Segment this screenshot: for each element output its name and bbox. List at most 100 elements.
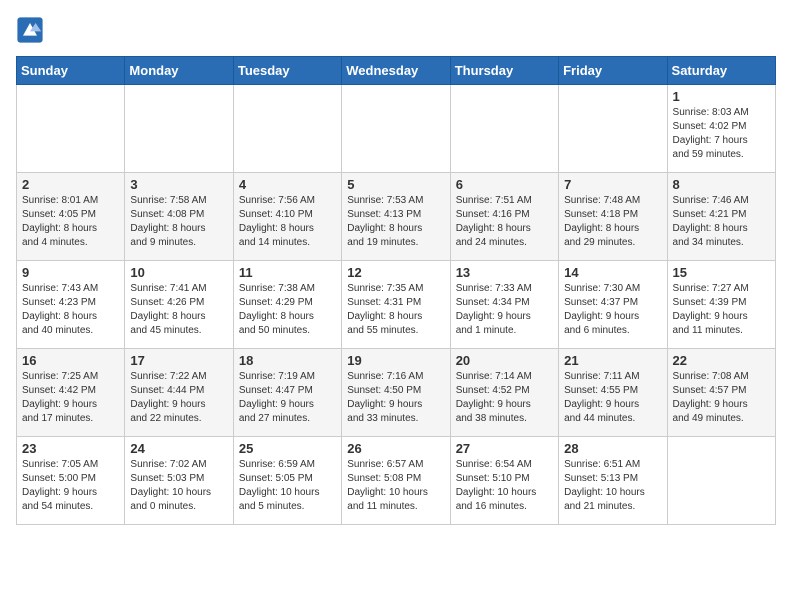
calendar-cell: 1Sunrise: 8:03 AM Sunset: 4:02 PM Daylig… xyxy=(667,85,775,173)
weekday-header-friday: Friday xyxy=(559,57,667,85)
day-info: Sunrise: 6:54 AM Sunset: 5:10 PM Dayligh… xyxy=(456,458,553,514)
day-number: 6 xyxy=(456,177,553,192)
calendar-cell: 6 Sunrise: 7:51 AM Sunset: 4:16 PM Daylig… xyxy=(450,173,558,261)
day-info: Sunrise: 7:25 AM Sunset: 4:42 PM Dayligh… xyxy=(22,370,119,426)
calendar-cell: 26 Sunrise: 6:57 AM Sunset: 5:08 PM Dayli… xyxy=(342,437,450,525)
header xyxy=(16,16,776,44)
day-info: Sunrise: 7:22 AM Sunset: 4:44 PM Dayligh… xyxy=(130,370,227,426)
calendar-cell: 7 Sunrise: 7:48 AM Sunset: 4:18 PM Daylig… xyxy=(559,173,667,261)
day-number: 2 xyxy=(22,177,119,192)
weekday-header-thursday: Thursday xyxy=(450,57,558,85)
day-number: 26 xyxy=(347,441,444,456)
calendar-cell: 19 Sunrise: 7:16 AM Sunset: 4:50 PM Dayli… xyxy=(342,349,450,437)
day-number: 1 xyxy=(673,89,770,104)
day-info: Sunrise: 7:27 AM Sunset: 4:39 PM Dayligh… xyxy=(673,282,770,338)
day-number: 10 xyxy=(130,265,227,280)
weekday-header-monday: Monday xyxy=(125,57,233,85)
day-info: Sunrise: 7:14 AM Sunset: 4:52 PM Dayligh… xyxy=(456,370,553,426)
logo xyxy=(16,16,46,44)
calendar-cell xyxy=(125,85,233,173)
day-number: 21 xyxy=(564,353,661,368)
calendar-cell: 15 Sunrise: 7:27 AM Sunset: 4:39 PM Dayli… xyxy=(667,261,775,349)
calendar-cell: 11 Sunrise: 7:38 AM Sunset: 4:29 PM Dayli… xyxy=(233,261,341,349)
calendar-cell: 4 Sunrise: 7:56 AM Sunset: 4:10 PM Daylig… xyxy=(233,173,341,261)
calendar-cell: 14 Sunrise: 7:30 AM Sunset: 4:37 PM Dayli… xyxy=(559,261,667,349)
day-info: Sunrise: 7:11 AM Sunset: 4:55 PM Dayligh… xyxy=(564,370,661,426)
calendar-cell: 20 Sunrise: 7:14 AM Sunset: 4:52 PM Dayli… xyxy=(450,349,558,437)
day-info: Sunrise: 8:01 AM Sunset: 4:05 PM Dayligh… xyxy=(22,194,119,250)
calendar-cell: 9 Sunrise: 7:43 AM Sunset: 4:23 PM Daylig… xyxy=(17,261,125,349)
day-info: Sunrise: 7:08 AM Sunset: 4:57 PM Dayligh… xyxy=(673,370,770,426)
day-info: Sunrise: 7:41 AM Sunset: 4:26 PM Dayligh… xyxy=(130,282,227,338)
day-number: 19 xyxy=(347,353,444,368)
day-number: 8 xyxy=(673,177,770,192)
calendar-cell: 27 Sunrise: 6:54 AM Sunset: 5:10 PM Dayli… xyxy=(450,437,558,525)
calendar-cell: 17 Sunrise: 7:22 AM Sunset: 4:44 PM Dayli… xyxy=(125,349,233,437)
calendar-cell: 8 Sunrise: 7:46 AM Sunset: 4:21 PM Daylig… xyxy=(667,173,775,261)
day-info: Sunrise: 7:58 AM Sunset: 4:08 PM Dayligh… xyxy=(130,194,227,250)
day-number: 16 xyxy=(22,353,119,368)
day-number: 12 xyxy=(347,265,444,280)
day-number: 7 xyxy=(564,177,661,192)
calendar-cell xyxy=(342,85,450,173)
day-number: 13 xyxy=(456,265,553,280)
calendar-cell xyxy=(450,85,558,173)
calendar-cell: 25 Sunrise: 6:59 AM Sunset: 5:05 PM Dayli… xyxy=(233,437,341,525)
calendar-cell xyxy=(17,85,125,173)
day-info: Sunrise: 6:59 AM Sunset: 5:05 PM Dayligh… xyxy=(239,458,336,514)
day-info: Sunrise: 7:05 AM Sunset: 5:00 PM Dayligh… xyxy=(22,458,119,514)
day-number: 15 xyxy=(673,265,770,280)
day-number: 27 xyxy=(456,441,553,456)
calendar-cell: 13 Sunrise: 7:33 AM Sunset: 4:34 PM Dayli… xyxy=(450,261,558,349)
day-info: Sunrise: 7:30 AM Sunset: 4:37 PM Dayligh… xyxy=(564,282,661,338)
weekday-header-tuesday: Tuesday xyxy=(233,57,341,85)
day-info: Sunrise: 7:56 AM Sunset: 4:10 PM Dayligh… xyxy=(239,194,336,250)
calendar-cell: 16 Sunrise: 7:25 AM Sunset: 4:42 PM Dayli… xyxy=(17,349,125,437)
calendar-cell: 28 Sunrise: 6:51 AM Sunset: 5:13 PM Dayli… xyxy=(559,437,667,525)
calendar-cell: 22 Sunrise: 7:08 AM Sunset: 4:57 PM Dayli… xyxy=(667,349,775,437)
day-info: Sunrise: 7:53 AM Sunset: 4:13 PM Dayligh… xyxy=(347,194,444,250)
day-info: Sunrise: 7:19 AM Sunset: 4:47 PM Dayligh… xyxy=(239,370,336,426)
day-number: 23 xyxy=(22,441,119,456)
day-info: Sunrise: 7:16 AM Sunset: 4:50 PM Dayligh… xyxy=(347,370,444,426)
calendar-cell: 18 Sunrise: 7:19 AM Sunset: 4:47 PM Dayli… xyxy=(233,349,341,437)
day-info: Sunrise: 7:02 AM Sunset: 5:03 PM Dayligh… xyxy=(130,458,227,514)
day-info: Sunrise: 7:35 AM Sunset: 4:31 PM Dayligh… xyxy=(347,282,444,338)
day-info: Sunrise: 7:51 AM Sunset: 4:16 PM Dayligh… xyxy=(456,194,553,250)
calendar-cell: 24 Sunrise: 7:02 AM Sunset: 5:03 PM Dayli… xyxy=(125,437,233,525)
weekday-header-sunday: Sunday xyxy=(17,57,125,85)
day-number: 3 xyxy=(130,177,227,192)
day-number: 5 xyxy=(347,177,444,192)
day-number: 28 xyxy=(564,441,661,456)
day-number: 17 xyxy=(130,353,227,368)
day-info: Sunrise: 7:38 AM Sunset: 4:29 PM Dayligh… xyxy=(239,282,336,338)
day-info: Sunrise: 6:51 AM Sunset: 5:13 PM Dayligh… xyxy=(564,458,661,514)
day-number: 20 xyxy=(456,353,553,368)
day-number: 25 xyxy=(239,441,336,456)
calendar-table: SundayMondayTuesdayWednesdayThursdayFrid… xyxy=(16,56,776,525)
day-number: 11 xyxy=(239,265,336,280)
day-info: Sunrise: 7:46 AM Sunset: 4:21 PM Dayligh… xyxy=(673,194,770,250)
weekday-header-saturday: Saturday xyxy=(667,57,775,85)
day-number: 14 xyxy=(564,265,661,280)
calendar-cell: 12 Sunrise: 7:35 AM Sunset: 4:31 PM Dayli… xyxy=(342,261,450,349)
calendar-cell xyxy=(233,85,341,173)
calendar-cell xyxy=(667,437,775,525)
logo-icon xyxy=(16,16,44,44)
day-number: 18 xyxy=(239,353,336,368)
day-info: Sunrise: 7:48 AM Sunset: 4:18 PM Dayligh… xyxy=(564,194,661,250)
day-number: 9 xyxy=(22,265,119,280)
day-number: 4 xyxy=(239,177,336,192)
day-info: Sunrise: 6:57 AM Sunset: 5:08 PM Dayligh… xyxy=(347,458,444,514)
calendar-cell: 2 Sunrise: 8:01 AM Sunset: 4:05 PM Daylig… xyxy=(17,173,125,261)
calendar-cell: 10 Sunrise: 7:41 AM Sunset: 4:26 PM Dayli… xyxy=(125,261,233,349)
calendar-cell: 5 Sunrise: 7:53 AM Sunset: 4:13 PM Daylig… xyxy=(342,173,450,261)
day-info: Sunrise: 7:33 AM Sunset: 4:34 PM Dayligh… xyxy=(456,282,553,338)
calendar-cell: 21 Sunrise: 7:11 AM Sunset: 4:55 PM Dayli… xyxy=(559,349,667,437)
calendar-cell: 3 Sunrise: 7:58 AM Sunset: 4:08 PM Daylig… xyxy=(125,173,233,261)
day-number: 22 xyxy=(673,353,770,368)
day-number: 24 xyxy=(130,441,227,456)
weekday-header-wednesday: Wednesday xyxy=(342,57,450,85)
calendar-cell xyxy=(559,85,667,173)
day-info: Sunrise: 7:43 AM Sunset: 4:23 PM Dayligh… xyxy=(22,282,119,338)
